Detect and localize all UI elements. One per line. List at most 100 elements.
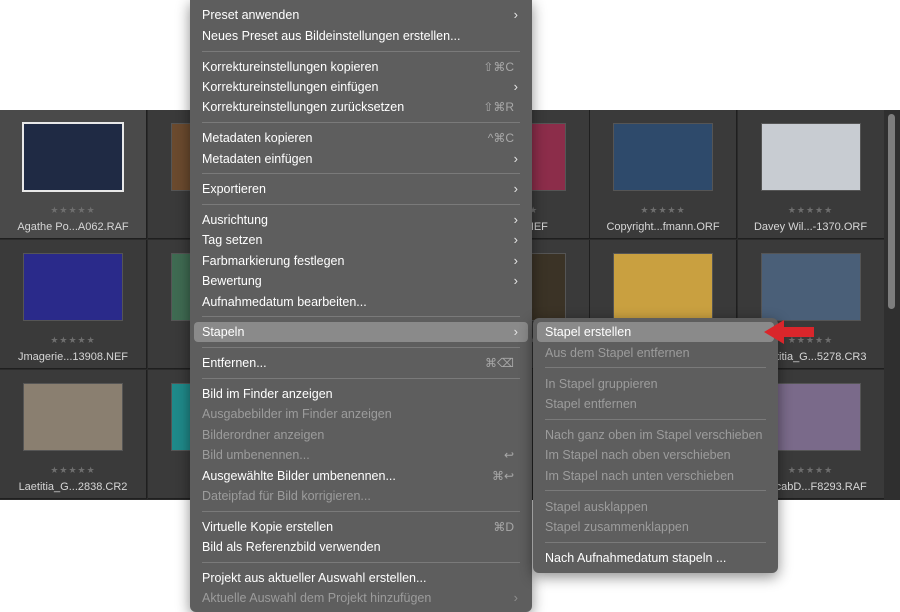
menu-item[interactable]: Neues Preset aus Bildeinstellungen erste… [194,26,528,46]
menu-item-label: Ausrichtung [202,213,269,227]
chevron-right-icon: › [513,79,518,94]
menu-item: Bild umbenennen... ↩ [194,445,528,465]
menu-item[interactable]: Bild im Finder anzeigen [194,384,528,404]
menu-item-label: Nach ganz oben im Stapel verschieben [545,428,763,442]
menu-separator [202,511,520,512]
thumbnail-cell[interactable]: ★★★★★ Laetitia_G...2838.CR2 [0,370,147,499]
menu-item: Aktuelle Auswahl dem Projekt hinzufügen › [194,588,528,608]
menu-separator [202,51,520,52]
menu-item: Stapel zusammenklappen [537,517,774,537]
rating-stars[interactable]: ★★★★★ [0,205,146,216]
rating-stars[interactable]: ★★★★★ [738,205,884,216]
thumbnail-image[interactable] [760,123,861,191]
menu-separator [202,122,520,123]
stapeln-submenu: Stapel erstellen Aus dem Stapel entfernen… [533,318,778,573]
menu-shortcut: ⌘D [493,520,514,534]
chevron-right-icon: › [513,590,518,605]
menu-item-label: Ausgabebilder im Finder anzeigen [202,407,392,421]
file-name: Copyright...fmann.ORF [606,221,720,233]
menu-item[interactable]: Metadaten kopieren ^⌘C [194,128,528,148]
rating-stars[interactable]: ★★★★★ [590,205,736,216]
chevron-right-icon: › [513,7,518,22]
menu-item[interactable]: Metadaten einfügen › [194,149,528,169]
menu-item[interactable]: Ausgewählte Bilder umbenennen... ⌘↩ [194,466,528,486]
menu-item[interactable]: Projekt aus aktueller Auswahl erstellen.… [194,568,528,588]
chevron-right-icon: › [513,151,518,166]
menu-item-label: Bild im Finder anzeigen [202,387,333,401]
menu-item[interactable]: Virtuelle Kopie erstellen ⌘D [194,517,528,537]
chevron-right-icon: › [513,212,518,227]
menu-item-label: Ausgewählte Bilder umbenennen... [202,469,396,483]
menu-shortcut: ^⌘C [487,131,514,145]
menu-item-label: Bild umbenennen... [202,448,310,462]
thumbnail-image[interactable] [760,253,861,321]
menu-item-label: Neues Preset aus Bildeinstellungen erste… [202,29,461,43]
menu-item-label: Farbmarkierung festlegen [202,254,345,268]
menu-item-label: Entfernen... [202,356,267,370]
menu-item[interactable]: Preset anwenden › [194,5,528,25]
menu-item: Im Stapel nach oben verschieben [537,445,774,465]
menu-shortcut: ⌘⌫ [485,356,514,370]
context-menu: Preset anwenden › Neues Preset aus Bildein… [190,0,532,612]
menu-separator [545,542,766,543]
thumbnail-cell[interactable]: ★★★★★ Agathe Po...A062.RAF [0,110,147,239]
scrollbar[interactable] [884,110,900,500]
menu-separator [202,173,520,174]
chevron-right-icon: › [513,232,518,247]
red-arrow-icon [764,320,814,344]
menu-item-label: Aus dem Stapel entfernen [545,346,690,360]
menu-item[interactable]: Stapeln › [194,322,528,342]
menu-item-label: Im Stapel nach unten verschieben [545,469,735,483]
menu-item[interactable]: Aufnahmedatum bearbeiten... [194,292,528,312]
thumbnail-image[interactable] [613,253,713,321]
menu-item-label: Bild als Referenzbild verwenden [202,540,381,554]
menu-item[interactable]: Ausrichtung › [194,210,528,230]
thumbnail-image[interactable] [23,253,123,321]
menu-shortcut: ↩ [503,448,514,462]
menu-item: Stapel entfernen [537,394,774,414]
menu-item[interactable]: Entfernen... ⌘⌫ [194,353,528,373]
chevron-right-icon: › [513,273,518,288]
thumbnail-cell[interactable]: ★★★★★ Jmagerie...13908.NEF [0,240,147,369]
thumbnail-cell[interactable]: ★★★★★ Davey Wil...-1370.ORF [737,110,885,239]
menu-item[interactable]: Stapel erstellen [537,322,774,342]
menu-item-label: Metadaten einfügen [202,152,313,166]
menu-item[interactable]: Korrektureinstellungen kopieren ⇧⌘C [194,57,528,77]
file-name: Laetitia_G...2838.CR2 [18,481,128,493]
menu-item-label: Nach Aufnahmedatum stapeln ... [545,551,727,565]
menu-item-label: Preset anwenden [202,8,300,22]
chevron-right-icon: › [513,181,518,196]
menu-item[interactable]: Tag setzen › [194,230,528,250]
thumbnail-image[interactable] [613,123,713,191]
menu-item[interactable]: Bewertung › [194,271,528,291]
rating-stars[interactable]: ★★★★★ [0,335,146,346]
file-name: Davey Wil...-1370.ORF [753,221,868,233]
thumbnail-cell[interactable]: ★★★★★ Copyright...fmann.ORF [590,110,737,239]
menu-separator [202,204,520,205]
menu-item[interactable]: Farbmarkierung festlegen › [194,251,528,271]
menu-item: Bilderordner anzeigen [194,425,528,445]
rating-stars[interactable]: ★★★★★ [0,465,146,476]
menu-separator [545,490,766,491]
scroll-thumb[interactable] [888,114,895,309]
menu-separator [202,347,520,348]
menu-item-label: Korrektureinstellungen einfügen [202,80,379,94]
thumbnail-image[interactable] [22,122,124,192]
menu-item-label: Dateipfad für Bild korrigieren... [202,489,371,503]
thumbnail-image[interactable] [23,383,123,451]
menu-item[interactable]: Korrektureinstellungen zurücksetzen ⇧⌘R [194,97,528,117]
menu-item[interactable]: Exportieren › [194,179,528,199]
menu-item-label: Metadaten kopieren [202,131,313,145]
menu-item[interactable]: Korrektureinstellungen einfügen › [194,77,528,97]
menu-item-label: Projekt aus aktueller Auswahl erstellen.… [202,571,427,585]
menu-item-label: Bilderordner anzeigen [202,428,325,442]
menu-separator [202,378,520,379]
menu-item-label: Im Stapel nach oben verschieben [545,448,731,462]
menu-item-label: In Stapel gruppieren [545,377,658,391]
menu-item-label: Tag setzen [202,233,263,247]
menu-item[interactable]: Nach Aufnahmedatum stapeln ... [537,548,774,568]
menu-item[interactable]: Bild als Referenzbild verwenden [194,537,528,557]
menu-item-label: Aktuelle Auswahl dem Projekt hinzufügen [202,591,432,605]
menu-item-label: Stapel entfernen [545,397,637,411]
menu-shortcut: ⇧⌘C [483,60,514,74]
